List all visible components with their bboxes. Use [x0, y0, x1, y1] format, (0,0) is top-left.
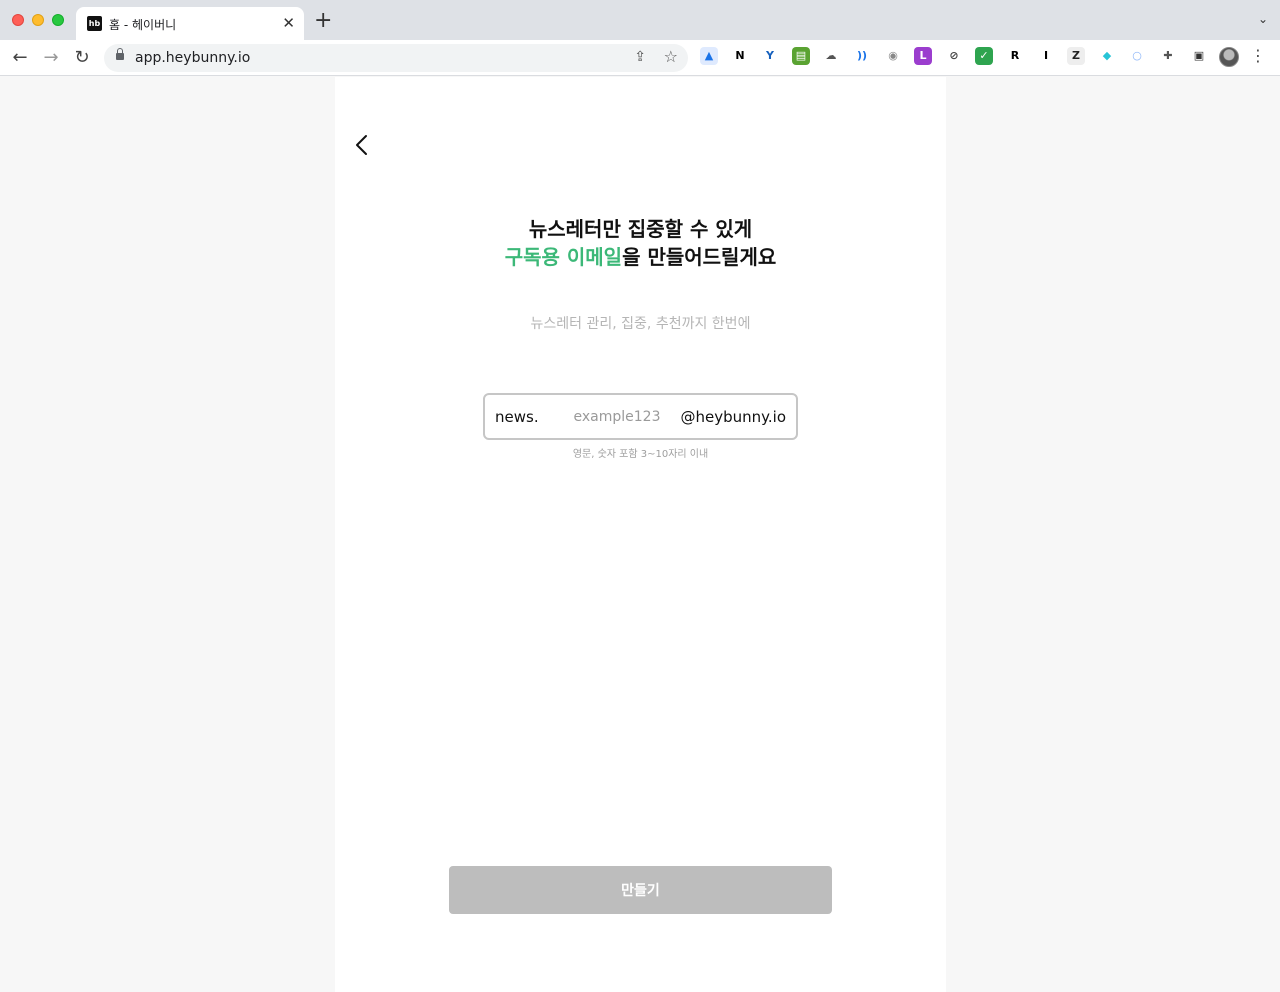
tab-close-icon[interactable]: ✕ [282, 14, 295, 32]
checkmark-extension-icon[interactable]: ✓ [975, 47, 993, 65]
window-zoom-button[interactable] [52, 14, 64, 26]
create-button[interactable]: 만들기 [449, 866, 832, 914]
email-address-field[interactable]: news. @heybunny.io [483, 393, 798, 440]
heybunny-favicon-icon: hb [87, 16, 102, 31]
page-headline: 뉴스레터만 집중할 수 있게 구독용 이메일을 만들어드릴게요 [335, 215, 946, 271]
email-prefix: news. [495, 408, 539, 426]
headline-line-2-rest: 을 만들어드릴게요 [622, 245, 777, 269]
puzzle-icon[interactable]: ✚ [1159, 47, 1177, 65]
browser-tab-bar: hb 홈 - 헤이버니 ✕ + ⌄ [0, 0, 1280, 40]
browser-toolbar: ← → ↻ app.heybunny.io ⇪ ☆ [0, 40, 1280, 76]
ring-extension-icon[interactable]: ○ [1128, 47, 1146, 65]
page-subtitle: 뉴스레터 관리, 집중, 추천까지 한번에 [530, 316, 751, 332]
email-hint-text: 영문, 숫자 포함 3~10자리 이내 [572, 449, 709, 460]
create-email-panel: 뉴스레터만 집중할 수 있게 구독용 이메일을 만들어드릴게요 뉴스레터 관리,… [335, 77, 946, 992]
y-extension-icon[interactable]: Y [761, 47, 779, 65]
headline-highlight: 구독용 이메일 [504, 245, 623, 269]
address-bar[interactable]: app.heybunny.io ⇪ ☆ [104, 44, 688, 72]
window-close-button[interactable] [12, 14, 24, 26]
back-arrow-icon[interactable]: ← [8, 46, 32, 70]
address-bar-url[interactable]: app.heybunny.io [135, 50, 250, 66]
window-minimize-button[interactable] [32, 14, 44, 26]
new-tab-button[interactable]: + [314, 10, 332, 32]
browser-menu-icon[interactable]: ⋮ [1250, 47, 1266, 65]
headline-line-1: 뉴스레터만 집중할 수 있게 [528, 217, 753, 241]
cloud-icon[interactable]: ☁ [822, 47, 840, 65]
email-id-input[interactable] [563, 405, 671, 429]
r-extension-icon[interactable]: R [1006, 47, 1024, 65]
browser-tab-active[interactable]: hb 홈 - 헤이버니 ✕ [76, 7, 304, 40]
arc-extension-icon[interactable]: ▲ [700, 47, 718, 65]
tab-title: 홈 - 헤이버니 [109, 18, 177, 32]
wave-extension-icon[interactable]: )) [853, 47, 871, 65]
tab-search-chevron-icon[interactable]: ⌄ [1258, 12, 1268, 26]
translate-extension-icon[interactable]: L [914, 47, 932, 65]
email-domain: @heybunny.io [680, 408, 786, 426]
headline-line-2: 구독용 이메일을 만들어드릴게요 [335, 243, 946, 271]
lock-icon[interactable] [116, 48, 124, 60]
back-chevron-icon[interactable] [353, 133, 371, 157]
page-viewport: 뉴스레터만 집중할 수 있게 구독용 이메일을 만들어드릴게요 뉴스레터 관리,… [0, 77, 1280, 992]
circle-slash-icon[interactable]: ⊘ [945, 47, 963, 65]
bookmark-star-icon[interactable]: ☆ [664, 47, 678, 66]
side-panel-icon[interactable]: ▣ [1190, 47, 1208, 65]
z-extension-icon[interactable]: Z [1067, 47, 1085, 65]
share-icon[interactable]: ⇪ [634, 49, 646, 65]
reload-icon[interactable]: ↻ [70, 46, 94, 70]
camera-icon[interactable]: ◉ [884, 47, 902, 65]
forward-arrow-icon[interactable]: → [39, 46, 63, 70]
cap-extension-icon[interactable]: ◆ [1098, 47, 1116, 65]
profile-avatar[interactable] [1219, 47, 1239, 67]
i-extension-icon[interactable]: I [1037, 47, 1055, 65]
printer-extension-icon[interactable]: ▤ [792, 47, 810, 65]
notion-icon[interactable]: N [731, 47, 749, 65]
